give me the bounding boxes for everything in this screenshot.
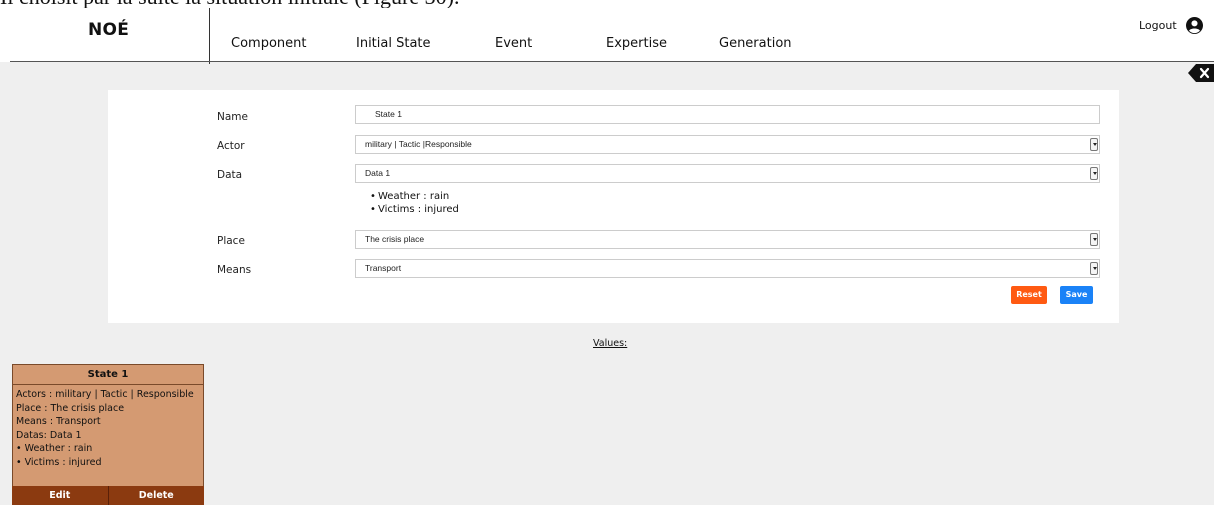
nav-generation[interactable]: Generation [719, 36, 792, 51]
data-details-list: Weather : rain Victims : injured [370, 190, 459, 216]
nav-initial-state[interactable]: Initial State [356, 36, 431, 51]
user-circle-icon[interactable] [1186, 17, 1203, 34]
select-arrow-icon [1090, 262, 1098, 275]
logout-link[interactable]: Logout [1139, 19, 1177, 32]
actor-select[interactable]: military | Tactic |Responsible [355, 135, 1100, 154]
nav-expertise[interactable]: Expertise [606, 36, 667, 51]
means-label: Means [217, 264, 252, 276]
actor-select-value: military | Tactic |Responsible [365, 139, 472, 149]
save-button[interactable]: Save [1060, 286, 1093, 304]
edit-button[interactable]: Edit [12, 486, 108, 505]
state-card-body: Actors : military | Tactic | Responsible… [13, 385, 203, 469]
values-heading: Values: [593, 338, 628, 349]
means-select[interactable]: Transport [355, 259, 1100, 278]
data-select-value: Data 1 [365, 168, 391, 178]
top-header: NOÉ Component Initial State Event Expert… [0, 8, 1214, 64]
nav-component[interactable]: Component [231, 36, 306, 51]
card-line-datas: Datas: Data 1 [16, 429, 82, 441]
place-label: Place [217, 235, 245, 247]
select-arrow-icon [1090, 167, 1098, 180]
select-arrow-icon [1090, 233, 1098, 246]
data-select[interactable]: Data 1 [355, 164, 1100, 183]
card-line-place: Place : The crisis place [16, 402, 125, 414]
name-input[interactable]: State 1 [355, 105, 1100, 124]
header-underline [10, 61, 1214, 62]
header-divider [209, 8, 210, 64]
card-line-weather: • Weather : rain [16, 443, 93, 454]
state-card-title: State 1 [13, 365, 203, 385]
reset-button[interactable]: Reset [1011, 286, 1047, 304]
list-item: Weather : rain [370, 190, 459, 203]
document-caption: Il choisit par la suite la situation ini… [0, 0, 1214, 8]
card-line-victims: • Victims : injured [16, 456, 102, 468]
data-label: Data [217, 169, 243, 181]
state-card-actions: Edit Delete [12, 486, 204, 505]
app-logo: NOÉ [88, 20, 130, 40]
name-label: Name [217, 111, 248, 123]
place-select-value: The crisis place [365, 234, 425, 244]
nav-event[interactable]: Event [495, 36, 532, 51]
card-line-means: Means : Transport [16, 416, 101, 427]
list-item: Victims : injured [370, 203, 459, 216]
place-select[interactable]: The crisis place [355, 230, 1100, 249]
state-form-panel: Name State 1 Actor military | Tactic |Re… [108, 90, 1119, 323]
delete-button[interactable]: Delete [107, 486, 204, 505]
select-arrow-icon [1090, 138, 1098, 151]
means-select-value: Transport [365, 263, 402, 273]
close-tab-icon[interactable] [1188, 64, 1214, 82]
card-line-actors: Actors : military | Tactic | Responsible [16, 389, 194, 400]
state-card: State 1 Actors : military | Tactic | Res… [12, 364, 204, 505]
actor-label: Actor [217, 140, 245, 152]
